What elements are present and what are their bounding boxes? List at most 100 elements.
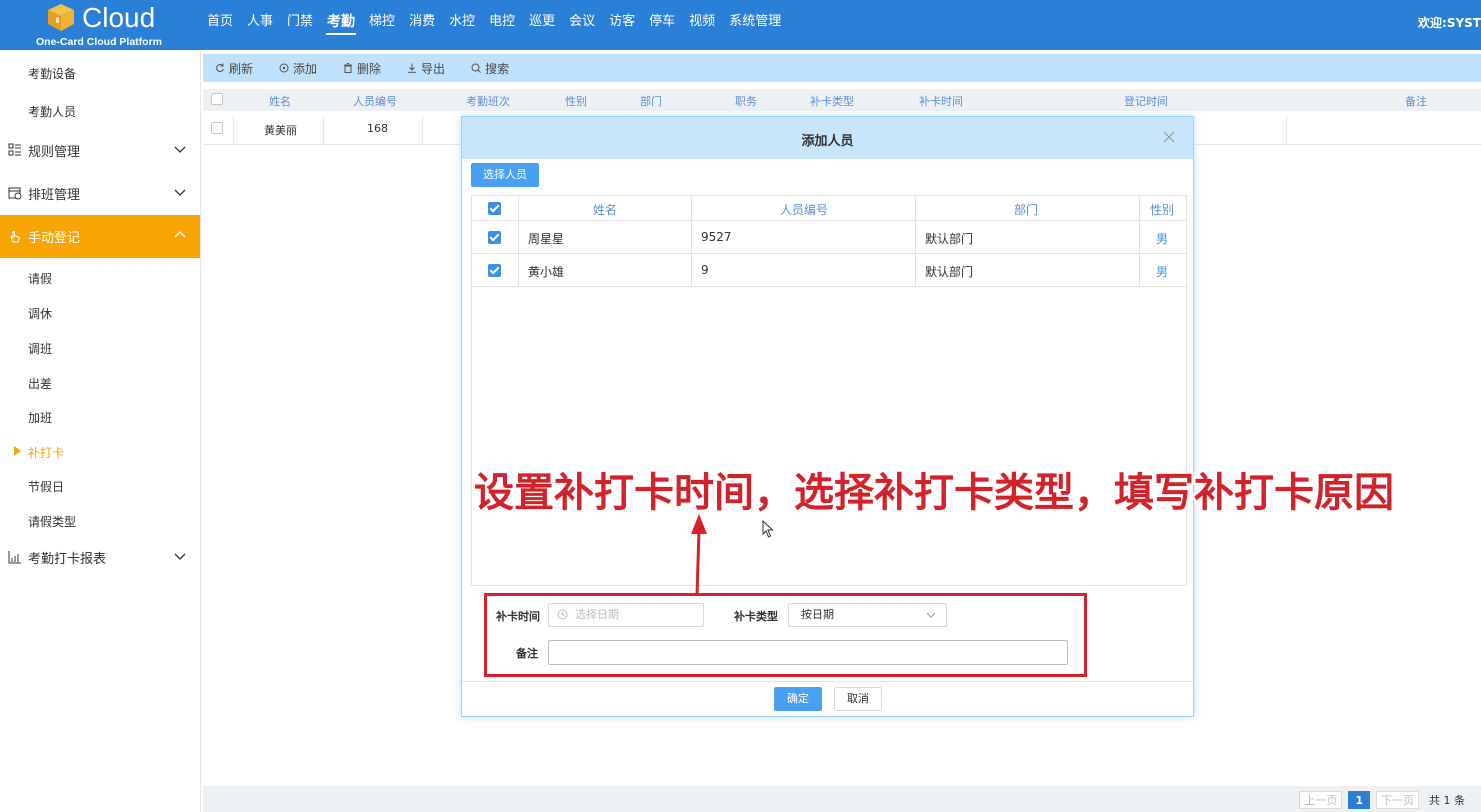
highlight-box: [484, 593, 1087, 677]
cube-logo-icon: [48, 4, 74, 31]
column-header[interactable]: 补卡时间: [919, 93, 963, 109]
cancel-button[interactable]: 取消: [834, 687, 882, 711]
export-label: 导出: [421, 61, 446, 76]
nav-power[interactable]: 电控: [482, 0, 522, 50]
add-label: 添加: [293, 61, 318, 76]
column-header[interactable]: 补卡类型: [810, 93, 854, 109]
sidebar-group-report[interactable]: 考勤打卡报表: [0, 536, 200, 578]
sidebar-group-rules[interactable]: 规则管理: [0, 129, 200, 171]
welcome-text[interactable]: 欢迎:SYST: [1418, 0, 1481, 46]
sidebar-item-device[interactable]: 考勤设备: [28, 65, 76, 82]
nav-water[interactable]: 水控: [442, 0, 482, 50]
column-header[interactable]: 姓名: [593, 201, 617, 218]
column-header[interactable]: 人员编号: [353, 93, 397, 109]
sidebar-group-label: 手动登记: [28, 231, 81, 246]
nav-system[interactable]: 系统管理: [722, 0, 788, 50]
prev-page-button[interactable]: 上一页: [1299, 791, 1343, 809]
delete-button[interactable]: 删除: [343, 60, 381, 77]
column-header[interactable]: 人员编号: [780, 201, 828, 218]
delete-label: 删除: [357, 61, 382, 76]
nav-access[interactable]: 门禁: [280, 0, 320, 50]
chevron-up-icon: [174, 231, 186, 238]
dialog-title: 添加人员: [801, 134, 854, 149]
cell-id: 9527: [701, 230, 732, 244]
chevron-down-icon: [174, 189, 186, 196]
sidebar-item-leave-type[interactable]: 请假类型: [28, 513, 76, 530]
dialog-header: 添加人员: [462, 117, 1193, 159]
nav-home[interactable]: 首页: [200, 0, 240, 50]
toolbar: 刷新 添加 删除 导出 搜索: [203, 54, 1481, 82]
sidebar-item-holiday[interactable]: 节假日: [28, 478, 64, 495]
column-header[interactable]: 部门: [1014, 201, 1038, 218]
list-icon: [8, 143, 21, 156]
grid-header: 姓名 人员编号 考勤班次 性别 部门 职务 补卡类型 补卡时间 登记时间 备注: [203, 89, 1481, 111]
cell-name: 黄小雄: [528, 265, 565, 279]
column-header[interactable]: 部门: [640, 93, 662, 109]
sidebar-item-staff[interactable]: 考勤人员: [28, 103, 76, 120]
close-icon[interactable]: [1163, 131, 1175, 143]
annotation-text: 设置补打卡时间，选择补打卡类型，填写补打卡原因: [474, 470, 1394, 516]
nav-elevator[interactable]: 梯控: [362, 0, 402, 50]
cell-gender: 男: [1156, 265, 1169, 279]
nav-patrol[interactable]: 巡更: [522, 0, 562, 50]
column-header[interactable]: 性别: [1150, 201, 1174, 218]
select-all-checkbox[interactable]: [488, 202, 501, 215]
refresh-button[interactable]: 刷新: [215, 60, 253, 77]
sidebar-item-shift-change[interactable]: 调班: [28, 340, 52, 357]
nav-video[interactable]: 视频: [682, 0, 722, 50]
select-all-checkbox[interactable]: [211, 93, 223, 105]
table-row[interactable]: 黄小雄 9 默认部门 男: [472, 254, 1186, 287]
refresh-icon: [216, 63, 224, 73]
column-divider: [1286, 115, 1287, 145]
sidebar-item-overtime[interactable]: 加班: [28, 409, 52, 426]
chevron-down-icon: [174, 146, 186, 153]
calendar-icon: [8, 187, 22, 200]
dialog-footer-divider: [462, 681, 1193, 682]
add-button[interactable]: 添加: [279, 60, 317, 77]
export-button[interactable]: 导出: [407, 60, 445, 77]
sidebar-item-punch-fix[interactable]: 补打卡: [14, 444, 65, 461]
cell-name: 周星星: [528, 232, 565, 246]
search-button[interactable]: 搜索: [471, 60, 509, 77]
total-count: 共 1 条: [1429, 794, 1465, 807]
add-circle-icon: [279, 63, 289, 73]
sidebar: 考勤设备 考勤人员 规则管理 排班管理 手动登记 请假 调休 调班 出差 加班 …: [0, 50, 201, 812]
column-divider: [323, 115, 324, 145]
sidebar-item-label: 补打卡: [28, 446, 65, 460]
sidebar-item-trip[interactable]: 出差: [28, 375, 52, 392]
column-header[interactable]: 姓名: [269, 93, 291, 109]
nav-parking[interactable]: 停车: [642, 0, 682, 50]
sidebar-item-rest[interactable]: 调休: [28, 305, 52, 322]
column-header[interactable]: 备注: [1405, 93, 1427, 109]
cell-gender: 男: [1156, 232, 1169, 246]
confirm-button[interactable]: 确定: [774, 687, 822, 711]
dialog-table-header: 姓名 人员编号 部门 性别: [472, 196, 1186, 221]
nav-consume[interactable]: 消费: [402, 0, 442, 50]
sidebar-group-shift[interactable]: 排班管理: [0, 172, 200, 214]
table-row[interactable]: 周星星 9527 默认部门 男: [472, 221, 1186, 254]
row-checkbox[interactable]: [488, 231, 501, 244]
row-checkbox[interactable]: [211, 122, 223, 134]
nav-visitor[interactable]: 访客: [602, 0, 642, 50]
chevron-down-icon: [174, 553, 186, 560]
column-header[interactable]: 登记时间: [1124, 93, 1168, 109]
column-header[interactable]: 考勤班次: [466, 93, 510, 109]
nav-attendance[interactable]: 考勤: [320, 0, 362, 50]
page-number-current[interactable]: 1: [1348, 791, 1370, 809]
sidebar-group-manual[interactable]: 手动登记: [0, 215, 200, 258]
search-label: 搜索: [485, 61, 510, 76]
logo-subtitle: One-Card Cloud Platform: [36, 36, 163, 48]
nav-meeting[interactable]: 会议: [562, 0, 602, 50]
search-icon: [471, 63, 481, 73]
next-page-button[interactable]: 下一页: [1376, 791, 1419, 809]
sidebar-item-leave[interactable]: 请假: [28, 270, 52, 287]
mouse-cursor-icon: [762, 520, 774, 538]
sidebar-group-label: 排班管理: [28, 187, 81, 203]
row-checkbox[interactable]: [488, 264, 501, 277]
column-header[interactable]: 性别: [565, 93, 587, 109]
download-icon: [408, 63, 417, 73]
logo-text: Cloud: [82, 2, 156, 33]
column-header[interactable]: 职务: [735, 93, 757, 109]
nav-hr[interactable]: 人事: [240, 0, 280, 50]
select-person-button[interactable]: 选择人员: [471, 163, 539, 187]
